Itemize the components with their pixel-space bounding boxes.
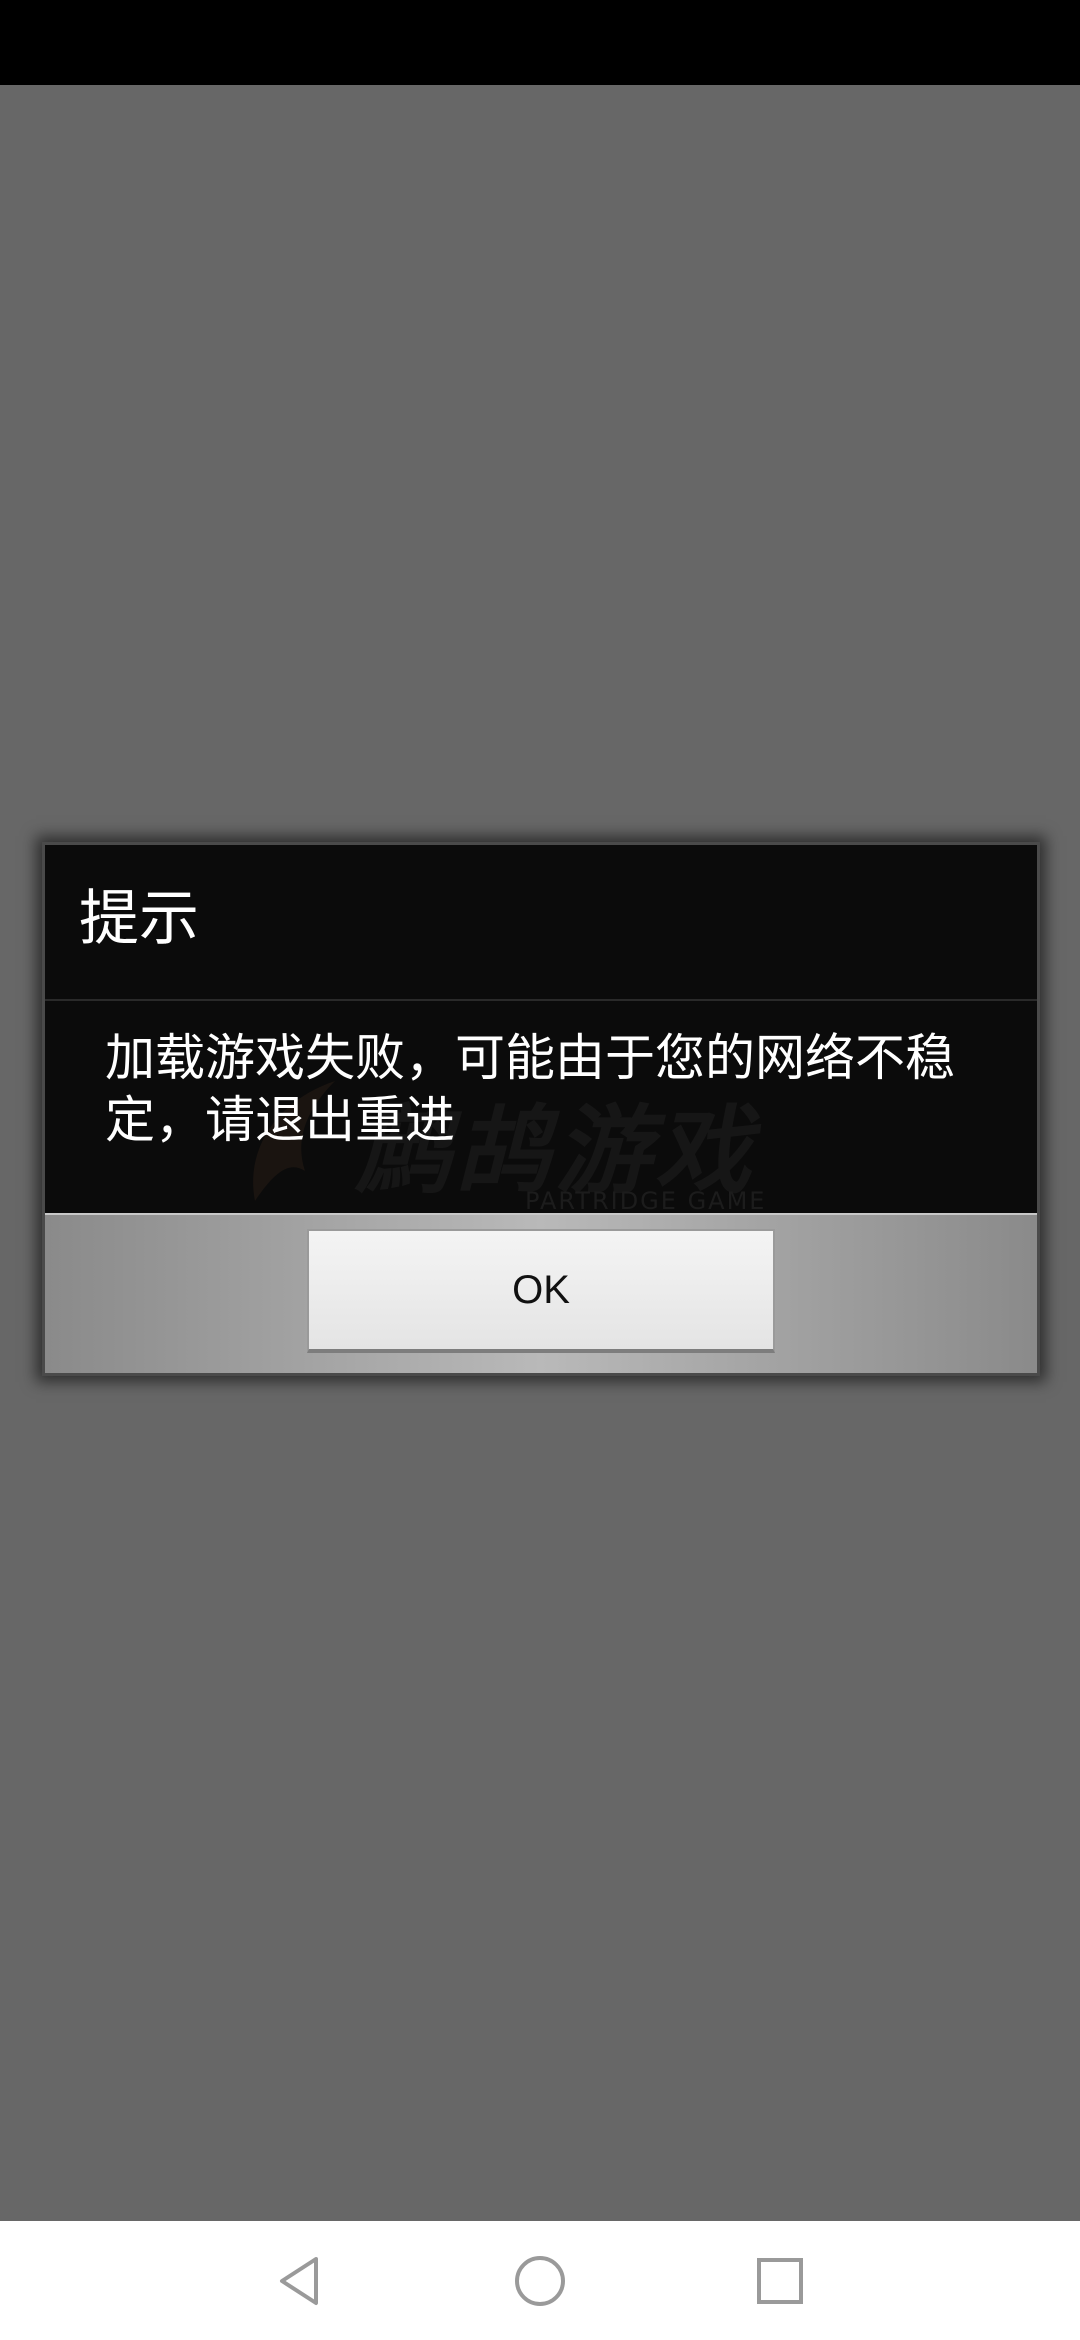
dialog-button-bar: OK <box>45 1213 1037 1373</box>
navigation-bar <box>0 2221 1080 2340</box>
home-button[interactable] <box>500 2241 580 2321</box>
back-button[interactable] <box>260 2241 340 2321</box>
screen: 提示 鹧鸪游戏 PARTRIDGE GAME 加载游戏失败，可能由于您的网络不稳… <box>0 0 1080 2340</box>
watermark-logo-subtext: PARTRIDGE GAME <box>525 1187 767 1213</box>
home-circle-icon <box>515 2256 565 2306</box>
ok-button[interactable]: OK <box>307 1229 775 1353</box>
back-triangle-icon <box>280 2257 318 2305</box>
dialog-message: 加载游戏失败，可能由于您的网络不稳定，请退出重进 <box>105 1029 955 1149</box>
alert-dialog: 提示 鹧鸪游戏 PARTRIDGE GAME 加载游戏失败，可能由于您的网络不稳… <box>42 842 1040 1376</box>
dialog-body: 鹧鸪游戏 PARTRIDGE GAME 加载游戏失败，可能由于您的网络不稳定，请… <box>45 1001 1037 1213</box>
recent-apps-button[interactable] <box>740 2241 820 2321</box>
dialog-title: 提示 <box>79 884 199 954</box>
status-bar <box>0 0 1080 85</box>
dialog-title-area: 提示 <box>45 845 1037 1001</box>
recent-apps-square-icon <box>757 2258 803 2304</box>
